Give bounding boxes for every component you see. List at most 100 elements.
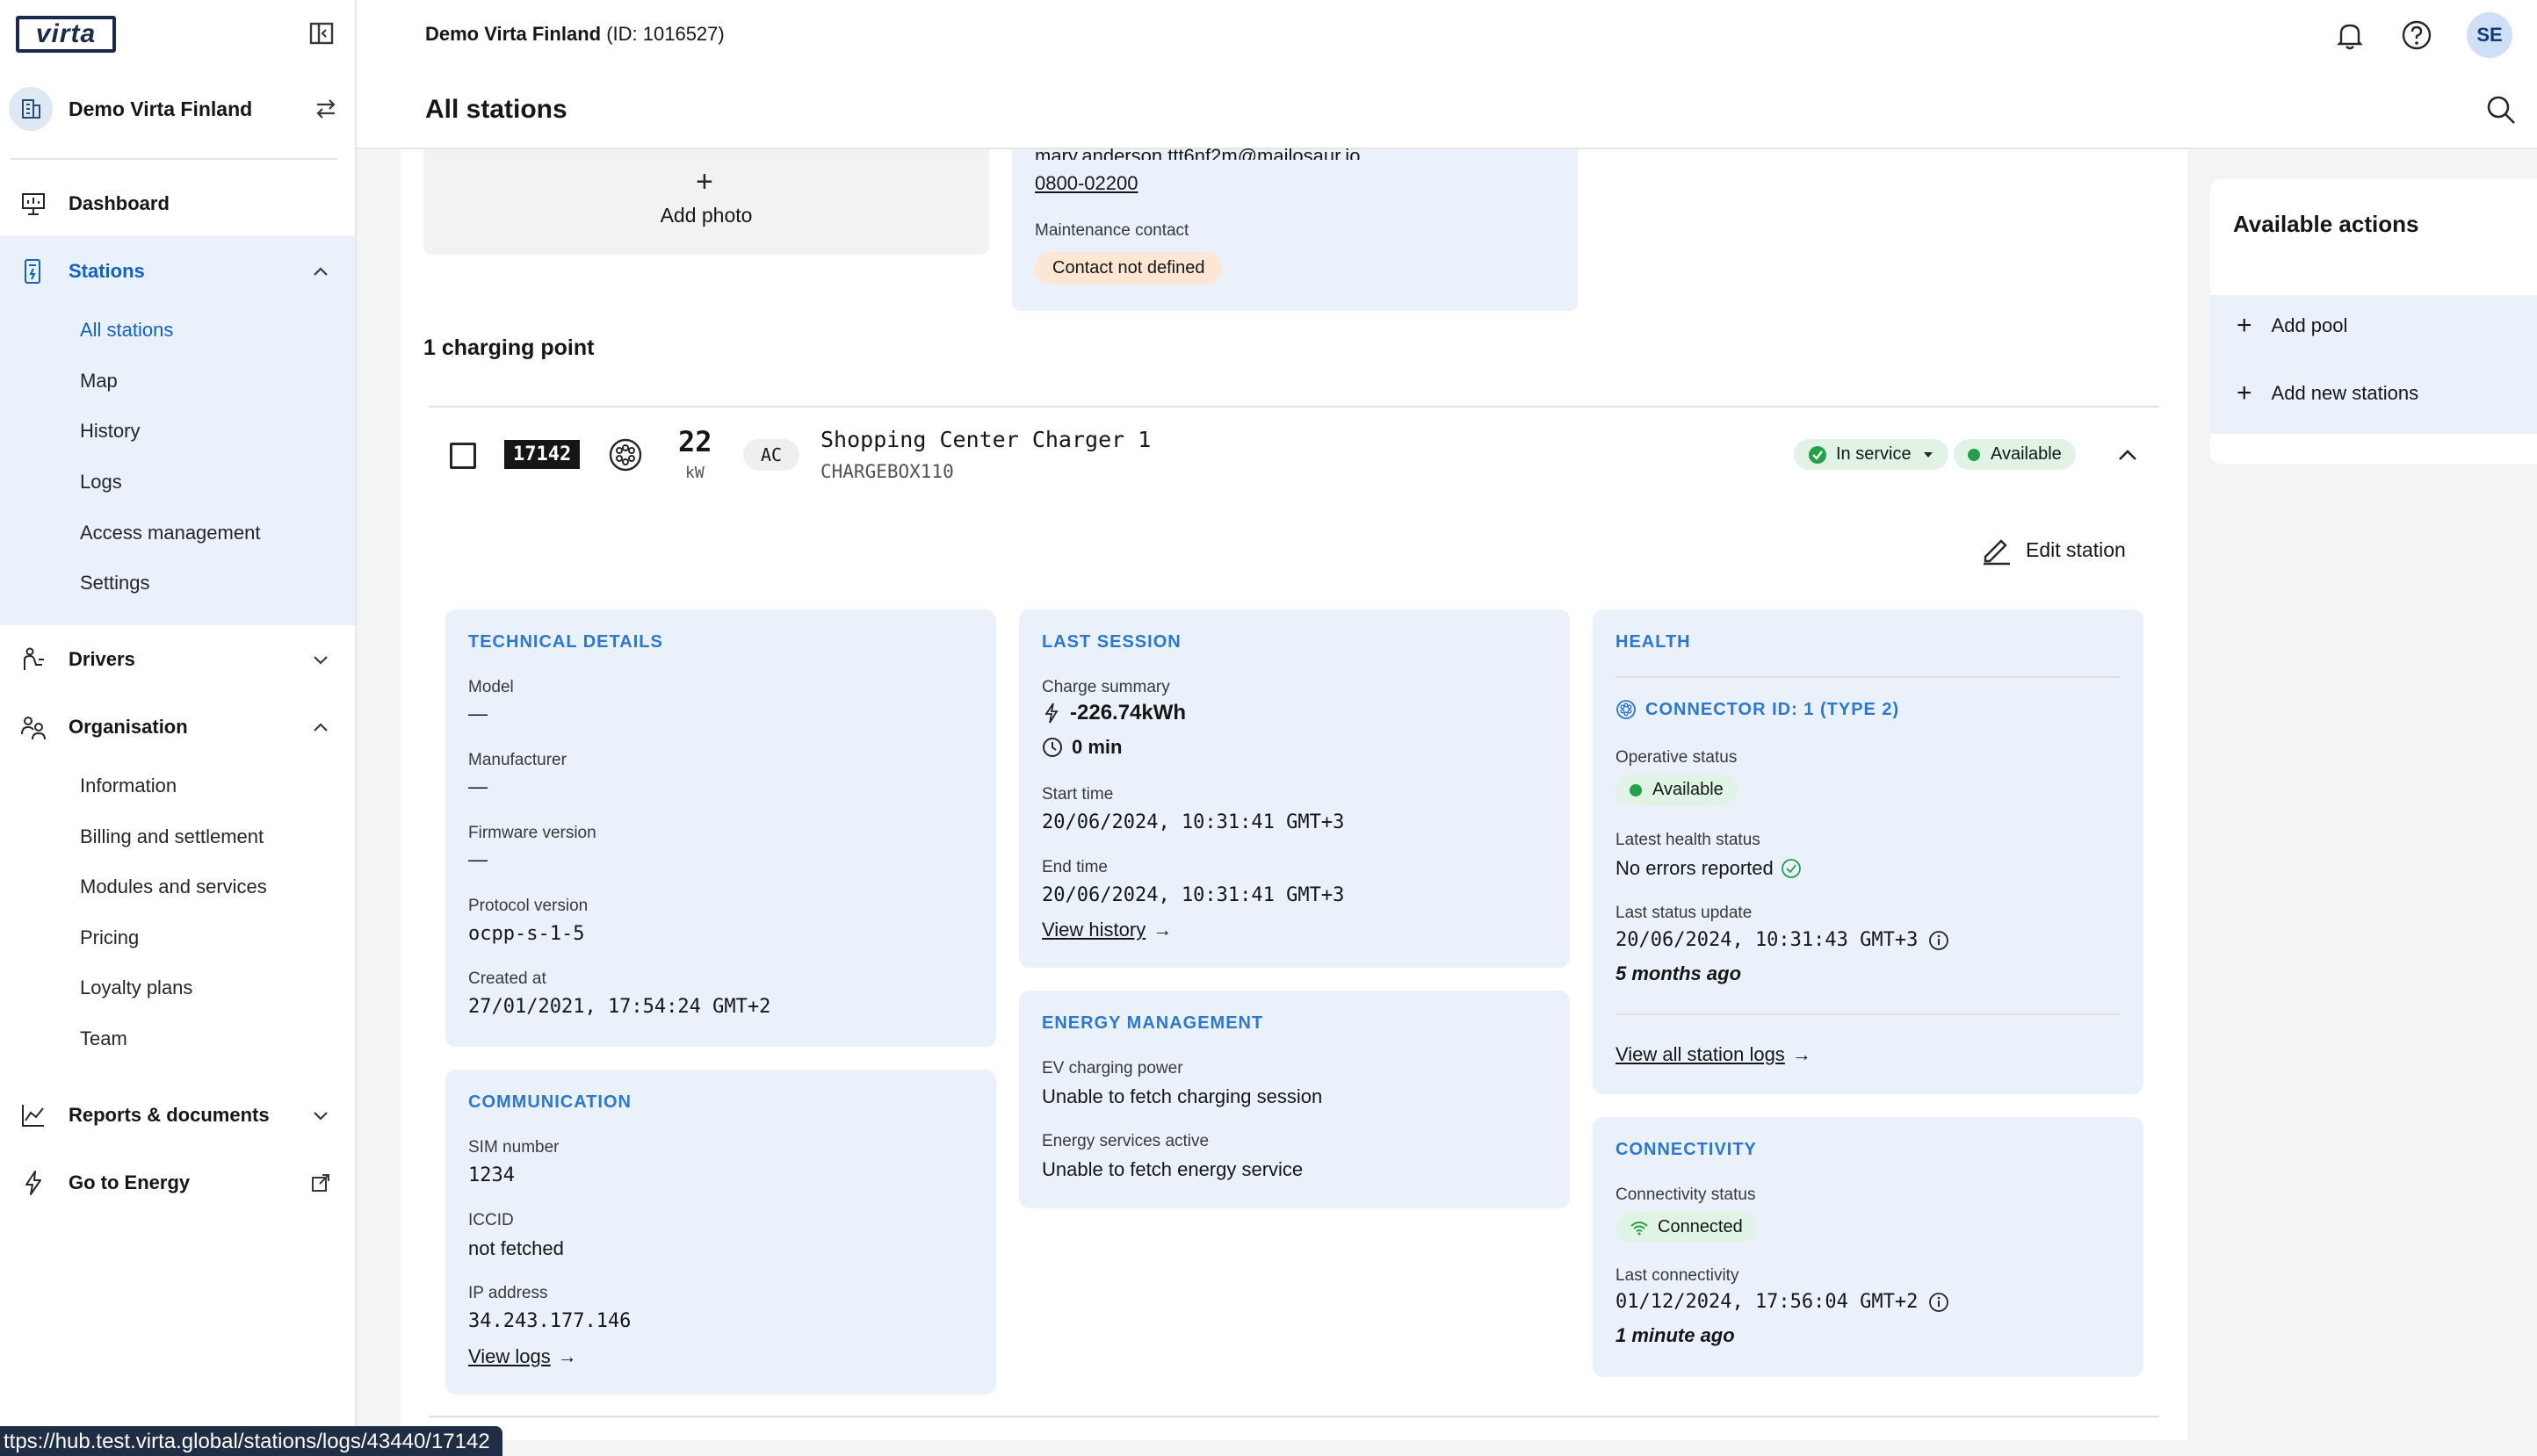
charging-station-icon: [25, 259, 40, 284]
add-pool-button[interactable]: + Add pool: [2237, 311, 2347, 341]
charging-point-row[interactable]: 17142 22 kW AC Shopping Center Charger 1…: [429, 413, 2159, 492]
org-switcher[interactable]: Demo Virta Finland: [9, 86, 348, 132]
wifi-icon: [1630, 1221, 1648, 1235]
view-logs-link[interactable]: View logs →: [468, 1345, 577, 1368]
bell-icon[interactable]: [2333, 18, 2367, 52]
sidebar-item-modules[interactable]: Modules and services: [80, 876, 267, 898]
protocol-label: Protocol version: [468, 897, 589, 915]
contact-email-link[interactable]: mary.anderson.ttt6nf2m@mailosaur.io: [1035, 141, 1360, 160]
link-preview-statusbar: ttps://hub.test.virta.global/stations/lo…: [0, 1426, 502, 1456]
sidebar: virta Demo Virta Finland Dashboard Stati…: [0, 0, 357, 1456]
chevron-up-icon[interactable]: [2115, 443, 2140, 467]
sidebar-item-history[interactable]: History: [80, 420, 140, 443]
last-connectivity: 01/12/2024, 17:56:04 GMT+2: [1615, 1291, 1949, 1313]
status-dot: [1630, 783, 1642, 796]
connectivity-panel: CONNECTIVITY Connectivity status Connect…: [1593, 1117, 2143, 1377]
sidebar-item-logs[interactable]: Logs: [80, 471, 122, 494]
divider: [429, 1416, 2159, 1417]
firmware-label: Firmware version: [468, 824, 596, 842]
divider: [1615, 1013, 2121, 1015]
contact-phone-link[interactable]: 0800-02200: [1035, 172, 1138, 195]
collapse-sidebar-icon[interactable]: [309, 22, 334, 45]
view-logs-label: View logs: [468, 1345, 551, 1367]
top-icons: SE: [2333, 12, 2537, 58]
help-icon[interactable]: [2400, 18, 2433, 52]
chevron-down-icon[interactable]: [311, 1106, 330, 1125]
lightning-icon: [25, 1171, 41, 1195]
breadcrumb-org: Demo Virta Finland: [425, 23, 602, 45]
search-icon[interactable]: [2484, 93, 2518, 126]
org-breadcrumb: Demo Virta Finland (ID: 1016527): [425, 23, 725, 46]
sidebar-item-all-stations[interactable]: All stations: [80, 319, 173, 342]
last-session-panel: LAST SESSION Charge summary -226.74kWh 0…: [1019, 609, 1570, 968]
virta-logo[interactable]: virta: [16, 16, 116, 53]
nav-organisation-label: Organisation: [69, 716, 188, 738]
contact-card: mary.anderson.ttt6nf2m@mailosaur.io 0800…: [1012, 145, 1578, 311]
connectivity-status-badge: Connected: [1615, 1212, 1757, 1243]
sidebar-item-team[interactable]: Team: [80, 1027, 127, 1050]
add-photo-button[interactable]: + Add photo: [423, 149, 989, 255]
sidebar-divider: [11, 158, 337, 160]
maintenance-contact-label: Maintenance contact: [1035, 221, 1189, 240]
energy-services-label: Energy services active: [1042, 1132, 1210, 1150]
info-icon[interactable]: [1928, 930, 1949, 951]
nav-dashboard-label: Dashboard: [69, 192, 170, 214]
communication-title: COMMUNICATION: [468, 1092, 632, 1112]
last-status-update-value: 20/06/2024, 10:31:43 GMT+3: [1615, 929, 1919, 951]
view-all-station-logs-link[interactable]: View all station logs →: [1615, 1043, 1811, 1066]
select-checkbox[interactable]: [450, 443, 476, 469]
charge-summary-label: Charge summary: [1042, 678, 1170, 696]
sidebar-item-pricing[interactable]: Pricing: [80, 926, 139, 949]
iccid-value: not fetched: [468, 1237, 564, 1259]
dashboard-icon: [22, 193, 45, 215]
nav-energy-label: Go to Energy: [69, 1171, 191, 1193]
chargebox-id: CHARGEBOX110: [820, 461, 954, 482]
breadcrumb-org-id: (ID: 1016527): [606, 23, 725, 45]
nav-organisation[interactable]: Organisation: [0, 701, 355, 753]
sidebar-item-billing[interactable]: Billing and settlement: [80, 825, 264, 848]
arrow-right-icon: →: [1153, 919, 1173, 941]
sidebar-item-settings[interactable]: Settings: [80, 572, 150, 595]
edit-station-button[interactable]: Edit station: [1980, 534, 2126, 566]
chevron-up-icon[interactable]: [311, 717, 330, 737]
ev-power-label: EV charging power: [1042, 1059, 1183, 1078]
user-avatar[interactable]: SE: [2467, 12, 2512, 58]
sidebar-item-map[interactable]: Map: [80, 370, 118, 393]
created-value: 27/01/2021, 17:54:24 GMT+2: [468, 996, 771, 1018]
available-actions-panel: Available actions + Add pool + Add new s…: [2210, 179, 2537, 464]
maintenance-contact-tag: Contact not defined: [1035, 252, 1223, 285]
connector-heading: CONNECTOR ID: 1 (TYPE 2): [1615, 699, 1899, 720]
last-session-title: LAST SESSION: [1042, 632, 1182, 652]
sidebar-item-information[interactable]: Information: [80, 775, 177, 797]
info-icon[interactable]: [1928, 1292, 1949, 1313]
health-title: HEALTH: [1615, 632, 1691, 652]
technical-details-panel: TECHNICAL DETAILS Model — Manufacturer —…: [445, 609, 996, 1047]
chevron-up-icon[interactable]: [311, 262, 330, 281]
plus-icon: +: [2237, 311, 2252, 340]
view-history-link[interactable]: View history →: [1042, 919, 1172, 941]
nav-dashboard[interactable]: Dashboard: [0, 177, 355, 230]
sim-label: SIM number: [468, 1138, 560, 1157]
nav-stations[interactable]: Stations: [0, 245, 355, 298]
model-value: —: [468, 703, 488, 724]
external-link-icon[interactable]: [311, 1173, 330, 1193]
sidebar-item-loyalty[interactable]: Loyalty plans: [80, 977, 192, 999]
last-connectivity-relative: 1 minute ago: [1615, 1324, 1735, 1346]
nav-reports[interactable]: Reports & documents: [0, 1089, 355, 1142]
sidebar-item-access-management[interactable]: Access management: [80, 522, 260, 544]
check-circle-icon: [1781, 859, 1801, 878]
model-label: Model: [468, 678, 514, 696]
service-status-dropdown[interactable]: In service: [1794, 439, 1948, 470]
add-new-stations-label: Add new stations: [2271, 382, 2419, 404]
operative-status-badge: Available: [1615, 775, 1738, 805]
add-new-stations-button[interactable]: + Add new stations: [2237, 378, 2418, 408]
add-pool-label: Add pool: [2271, 314, 2348, 336]
swap-icon[interactable]: [313, 96, 339, 122]
plus-icon: +: [696, 165, 713, 198]
chevron-down-icon[interactable]: [311, 650, 330, 669]
current-type-tag: AC: [743, 439, 800, 471]
nav-go-to-energy[interactable]: Go to Energy: [0, 1157, 355, 1209]
divider: [1615, 676, 2121, 678]
nav-drivers[interactable]: Drivers: [0, 633, 355, 686]
driver-icon: [24, 647, 44, 670]
